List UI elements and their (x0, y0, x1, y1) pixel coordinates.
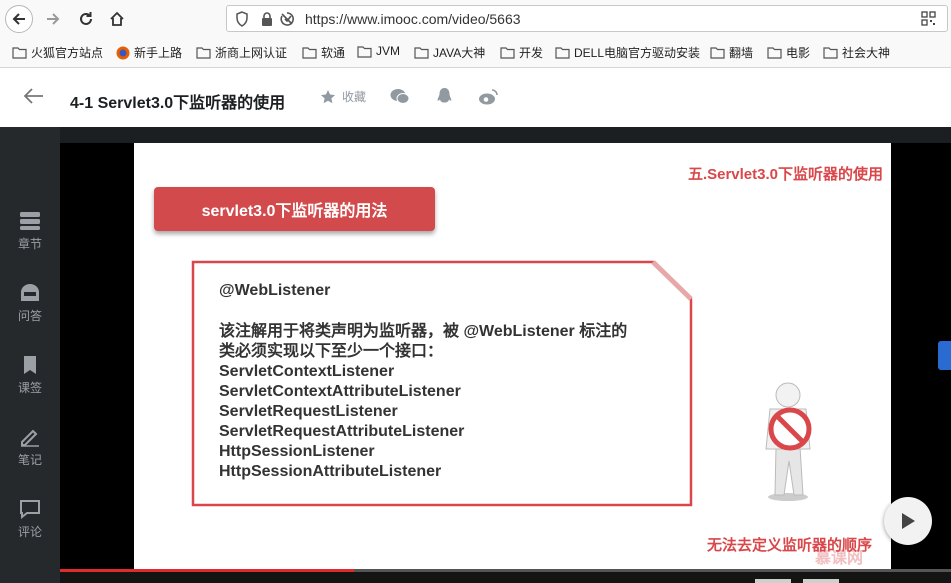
sidebar-item-note[interactable]: 笔记 (0, 427, 60, 468)
shield-icon (236, 11, 248, 27)
description-line: 类必须实现以下至少一个接口： (219, 343, 444, 360)
bookmark-item[interactable]: 软通 (302, 44, 345, 61)
favorite-button[interactable]: 收藏 (320, 88, 366, 105)
permissions-icon (280, 12, 294, 26)
bookmark-item[interactable]: DELL电脑官方驱动安装 (555, 44, 700, 61)
folder-icon (414, 47, 429, 59)
feedback-tab[interactable] (938, 341, 951, 370)
back-arrow-icon (12, 13, 25, 25)
interface-item: HttpSessionListener (219, 443, 375, 460)
course-header: 4-1 Servlet3.0下监听器的使用 收藏 (0, 68, 951, 127)
home-button[interactable] (103, 5, 131, 33)
reload-icon (80, 12, 92, 25)
folder-icon (555, 47, 570, 59)
page-title: 4-1 Servlet3.0下监听器的使用 (70, 95, 286, 112)
back-button[interactable] (5, 5, 33, 33)
interface-item: ServletContextListener (219, 363, 395, 380)
lock-icon (262, 12, 272, 26)
qr-code-icon[interactable] (921, 11, 936, 26)
firefox-icon (116, 46, 130, 59)
bookmark-icon (24, 356, 36, 374)
course-sidebar: 章节 问答 课签 笔记 评论 (0, 127, 60, 583)
folder-icon (767, 47, 782, 59)
bookmark-item[interactable]: 火狐官方站点 (12, 44, 103, 61)
bookmark-item[interactable]: 电影 (767, 44, 810, 61)
sidebar-item-comment[interactable]: 评论 (0, 499, 60, 540)
wechat-icon[interactable] (390, 88, 410, 105)
interface-item: ServletContextAttributeListener (219, 383, 461, 400)
prohibition-figure-icon (765, 382, 812, 501)
folder-icon (710, 47, 725, 59)
annotation-name: @WebListener (219, 282, 331, 299)
bookmark-item[interactable]: JAVA大神 (414, 44, 485, 61)
description-line: 该注解用于将类声明为监听器，被 @WebListener 标注的 (219, 323, 628, 340)
sidebar-item-bookmark[interactable]: 课签 (0, 355, 60, 396)
callout-text: @WebListener 该注解用于将类声明为监听器，被 @WebListene… (219, 281, 627, 482)
interface-item: ServletRequestAttributeListener (219, 423, 465, 440)
qq-icon[interactable] (436, 87, 453, 106)
home-icon (110, 11, 124, 26)
browser-toolbar: https://www.imooc.com/video/5663 (0, 0, 951, 37)
bookmark-item[interactable]: 开发 (500, 44, 543, 61)
reload-button[interactable] (72, 5, 100, 33)
star-icon (321, 89, 335, 103)
page: https://www.imooc.com/video/5663 火狐官方站点 … (0, 0, 951, 583)
sidebar-item-chapter[interactable]: 章节 (0, 211, 60, 252)
folder-icon (357, 45, 372, 58)
play-icon (902, 513, 915, 529)
folder-icon (12, 47, 27, 59)
forward-button[interactable] (39, 5, 67, 33)
folder-icon (500, 47, 515, 59)
bookmark-item[interactable]: 浙商上网认证 (196, 44, 287, 61)
bookmark-item[interactable]: 新手上路 (116, 44, 182, 61)
bookmark-item[interactable]: JVM (357, 44, 400, 58)
video-slide: 五.Servlet3.0下监听器的使用 servlet3.0下监听器的用法 @W… (134, 143, 891, 569)
imooc-watermark: 慕课网 (815, 550, 864, 567)
chapter-icon (20, 212, 40, 230)
slide-heading: 五.Servlet3.0下监听器的使用 (687, 166, 883, 183)
bookmarks-bar: 火狐官方站点 新手上路 浙商上网认证 软通 JVM JAVA大神 开发 DELL… (0, 37, 951, 68)
interface-item: ServletRequestListener (219, 403, 398, 420)
folder-icon (196, 47, 211, 59)
comment-icon (20, 500, 40, 519)
folder-icon (302, 47, 317, 59)
note-icon (21, 429, 39, 447)
forward-arrow-icon (47, 13, 60, 25)
back-arrow-icon[interactable] (24, 88, 44, 104)
sidebar-item-qa[interactable]: 问答 (0, 283, 60, 324)
url-bar[interactable]: https://www.imooc.com/video/5663 (226, 5, 948, 32)
bookmark-item[interactable]: 翻墙 (710, 44, 753, 61)
quality-button[interactable] (755, 579, 791, 583)
folder-icon (823, 47, 838, 59)
slide-tag: servlet3.0下监听器的用法 (154, 187, 435, 231)
qa-icon (21, 284, 39, 301)
bookmark-item[interactable]: 社会大神 (823, 44, 890, 61)
speed-button[interactable] (803, 579, 839, 583)
weibo-icon[interactable] (478, 88, 498, 105)
url-text: https://www.imooc.com/video/5663 (305, 11, 521, 27)
interface-item: HttpSessionAttributeListener (219, 463, 442, 480)
play-button[interactable] (884, 497, 932, 545)
